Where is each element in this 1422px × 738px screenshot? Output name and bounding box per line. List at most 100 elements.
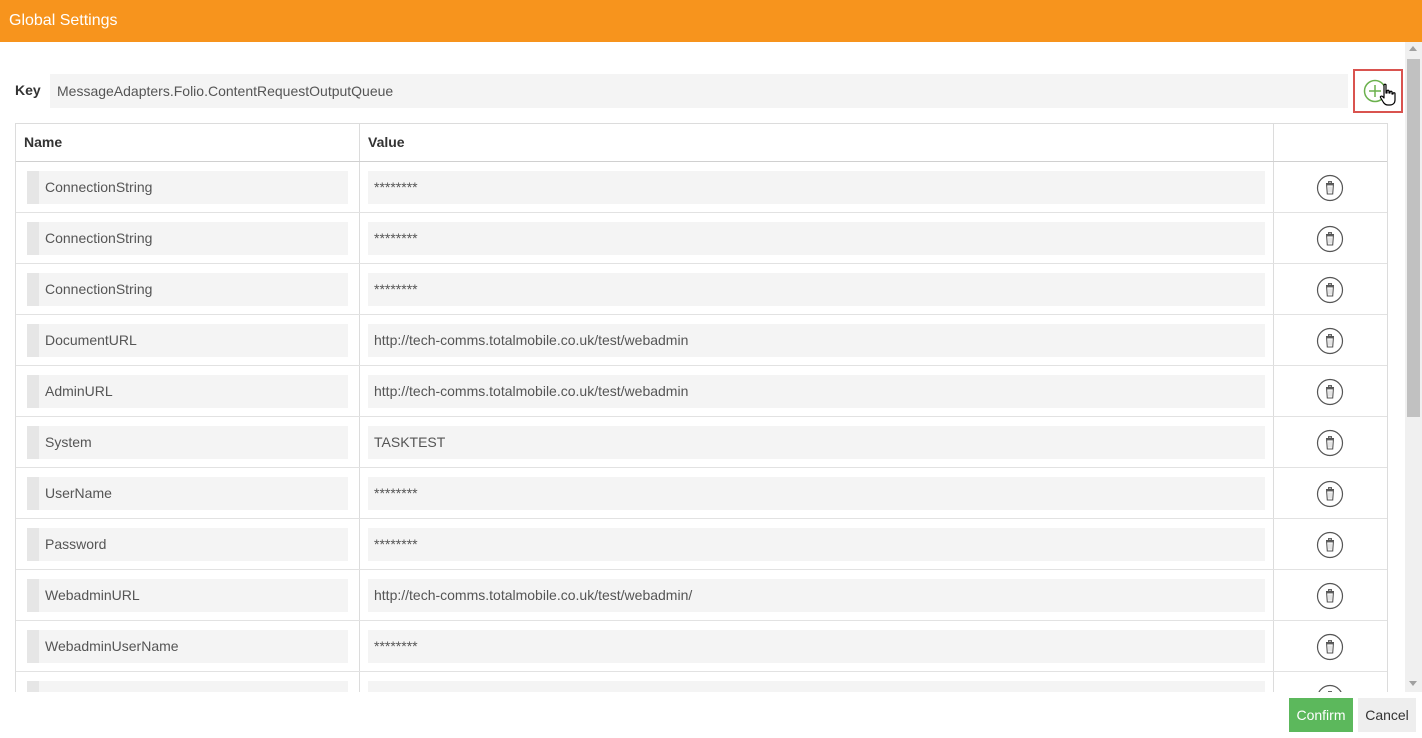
name-cell: ConnectionString xyxy=(16,264,360,314)
drag-handle[interactable] xyxy=(27,426,39,459)
name-column-header: Name xyxy=(16,124,360,161)
actions-cell xyxy=(1274,264,1387,314)
table-row: Password ******** xyxy=(16,519,1387,570)
setting-value-field[interactable]: ******** xyxy=(368,273,1265,306)
actions-cell xyxy=(1274,468,1387,518)
setting-name-field[interactable]: Password xyxy=(27,528,348,561)
setting-name-field[interactable]: ConnectionString xyxy=(27,222,348,255)
setting-value-field[interactable]: ******** xyxy=(368,477,1265,510)
name-cell: WebadminURL xyxy=(16,570,360,620)
settings-table: Name Value ConnectionString ******** Conne… xyxy=(15,123,1388,692)
actions-cell xyxy=(1274,417,1387,467)
scroll-down-arrow-icon[interactable] xyxy=(1409,681,1417,686)
name-cell: ConnectionString xyxy=(16,213,360,263)
table-row: WebadminPassword xyxy=(16,672,1387,692)
setting-name: WebadminPassword xyxy=(45,681,173,692)
value-column-header: Value xyxy=(360,124,1274,161)
table-row: AdminURL http://tech-comms.totalmobile.co… xyxy=(16,366,1387,417)
vertical-scrollbar[interactable] xyxy=(1405,42,1422,692)
value-cell xyxy=(360,672,1274,692)
setting-name-field[interactable]: WebadminURL xyxy=(27,579,348,612)
trash-icon[interactable] xyxy=(1316,684,1344,692)
value-cell: ******** xyxy=(360,621,1274,671)
setting-name: AdminURL xyxy=(45,383,113,399)
drag-handle[interactable] xyxy=(27,630,39,663)
drag-handle[interactable] xyxy=(27,375,39,408)
name-cell: System xyxy=(16,417,360,467)
name-cell: DocumentURL xyxy=(16,315,360,365)
trash-icon[interactable] xyxy=(1316,225,1344,253)
value-cell: ******** xyxy=(360,213,1274,263)
actions-cell xyxy=(1274,366,1387,416)
confirm-button[interactable]: Confirm xyxy=(1289,698,1353,732)
name-cell: Password xyxy=(16,519,360,569)
scroll-up-arrow-icon[interactable] xyxy=(1409,46,1417,51)
setting-name: ConnectionString xyxy=(45,230,153,246)
setting-value-field[interactable]: ******** xyxy=(368,222,1265,255)
dialog-footer: Confirm Cancel xyxy=(0,692,1422,738)
actions-cell xyxy=(1274,315,1387,365)
actions-cell xyxy=(1274,621,1387,671)
setting-value-field[interactable]: TASKTEST xyxy=(368,426,1265,459)
setting-name: System xyxy=(45,434,92,450)
trash-icon[interactable] xyxy=(1316,429,1344,457)
setting-name: WebadminURL xyxy=(45,587,140,603)
value-cell: ******** xyxy=(360,264,1274,314)
key-input[interactable] xyxy=(50,74,1348,108)
value-cell: TASKTEST xyxy=(360,417,1274,467)
scrollbar-thumb[interactable] xyxy=(1407,59,1420,417)
add-setting-button[interactable] xyxy=(1353,69,1403,113)
drag-handle[interactable] xyxy=(27,222,39,255)
setting-name-field[interactable]: DocumentURL xyxy=(27,324,348,357)
setting-name: DocumentURL xyxy=(45,332,137,348)
drag-handle[interactable] xyxy=(27,681,39,692)
drag-handle[interactable] xyxy=(27,171,39,204)
setting-value-field[interactable]: ******** xyxy=(368,171,1265,204)
actions-cell xyxy=(1274,519,1387,569)
table-row: ConnectionString ******** xyxy=(16,213,1387,264)
actions-cell xyxy=(1274,672,1387,692)
setting-value-field[interactable]: ******** xyxy=(368,630,1265,663)
trash-icon[interactable] xyxy=(1316,174,1344,202)
setting-name-field[interactable]: AdminURL xyxy=(27,375,348,408)
name-cell: UserName xyxy=(16,468,360,518)
drag-handle[interactable] xyxy=(27,579,39,612)
settings-content: Key Name Value ConnectionString********C… xyxy=(0,42,1405,692)
table-header: Name Value xyxy=(16,124,1387,162)
setting-name-field[interactable]: UserName xyxy=(27,477,348,510)
setting-value-field[interactable]: http://tech-comms.totalmobile.co.uk/test… xyxy=(368,579,1265,612)
table-row: WebadminUserName ******** xyxy=(16,621,1387,672)
trash-icon[interactable] xyxy=(1316,480,1344,508)
drag-handle[interactable] xyxy=(27,273,39,306)
table-row: ConnectionString ******** xyxy=(16,162,1387,213)
value-cell: ******** xyxy=(360,162,1274,212)
table-row: UserName ******** xyxy=(16,468,1387,519)
drag-handle[interactable] xyxy=(27,477,39,510)
setting-value-field[interactable] xyxy=(368,681,1265,692)
trash-icon[interactable] xyxy=(1316,276,1344,304)
value-cell: http://tech-comms.totalmobile.co.uk/test… xyxy=(360,315,1274,365)
setting-name-field[interactable]: WebadminPassword xyxy=(27,681,348,692)
name-cell: ConnectionString xyxy=(16,162,360,212)
drag-handle[interactable] xyxy=(27,528,39,561)
value-cell: http://tech-comms.totalmobile.co.uk/test… xyxy=(360,570,1274,620)
setting-name-field[interactable]: ConnectionString xyxy=(27,171,348,204)
setting-value-field[interactable]: http://tech-comms.totalmobile.co.uk/test… xyxy=(368,324,1265,357)
trash-icon[interactable] xyxy=(1316,531,1344,559)
drag-handle[interactable] xyxy=(27,324,39,357)
setting-name-field[interactable]: WebadminUserName xyxy=(27,630,348,663)
setting-name: WebadminUserName xyxy=(45,638,179,654)
name-cell: AdminURL xyxy=(16,366,360,416)
trash-icon[interactable] xyxy=(1316,327,1344,355)
cancel-button[interactable]: Cancel xyxy=(1358,698,1416,732)
actions-column-header xyxy=(1274,124,1387,161)
trash-icon[interactable] xyxy=(1316,378,1344,406)
trash-icon[interactable] xyxy=(1316,582,1344,610)
setting-name-field[interactable]: System xyxy=(27,426,348,459)
setting-value-field[interactable]: http://tech-comms.totalmobile.co.uk/test… xyxy=(368,375,1265,408)
table-row: ConnectionString ******** xyxy=(16,264,1387,315)
setting-name: Password xyxy=(45,536,107,552)
trash-icon[interactable] xyxy=(1316,633,1344,661)
setting-name-field[interactable]: ConnectionString xyxy=(27,273,348,306)
setting-value-field[interactable]: ******** xyxy=(368,528,1265,561)
